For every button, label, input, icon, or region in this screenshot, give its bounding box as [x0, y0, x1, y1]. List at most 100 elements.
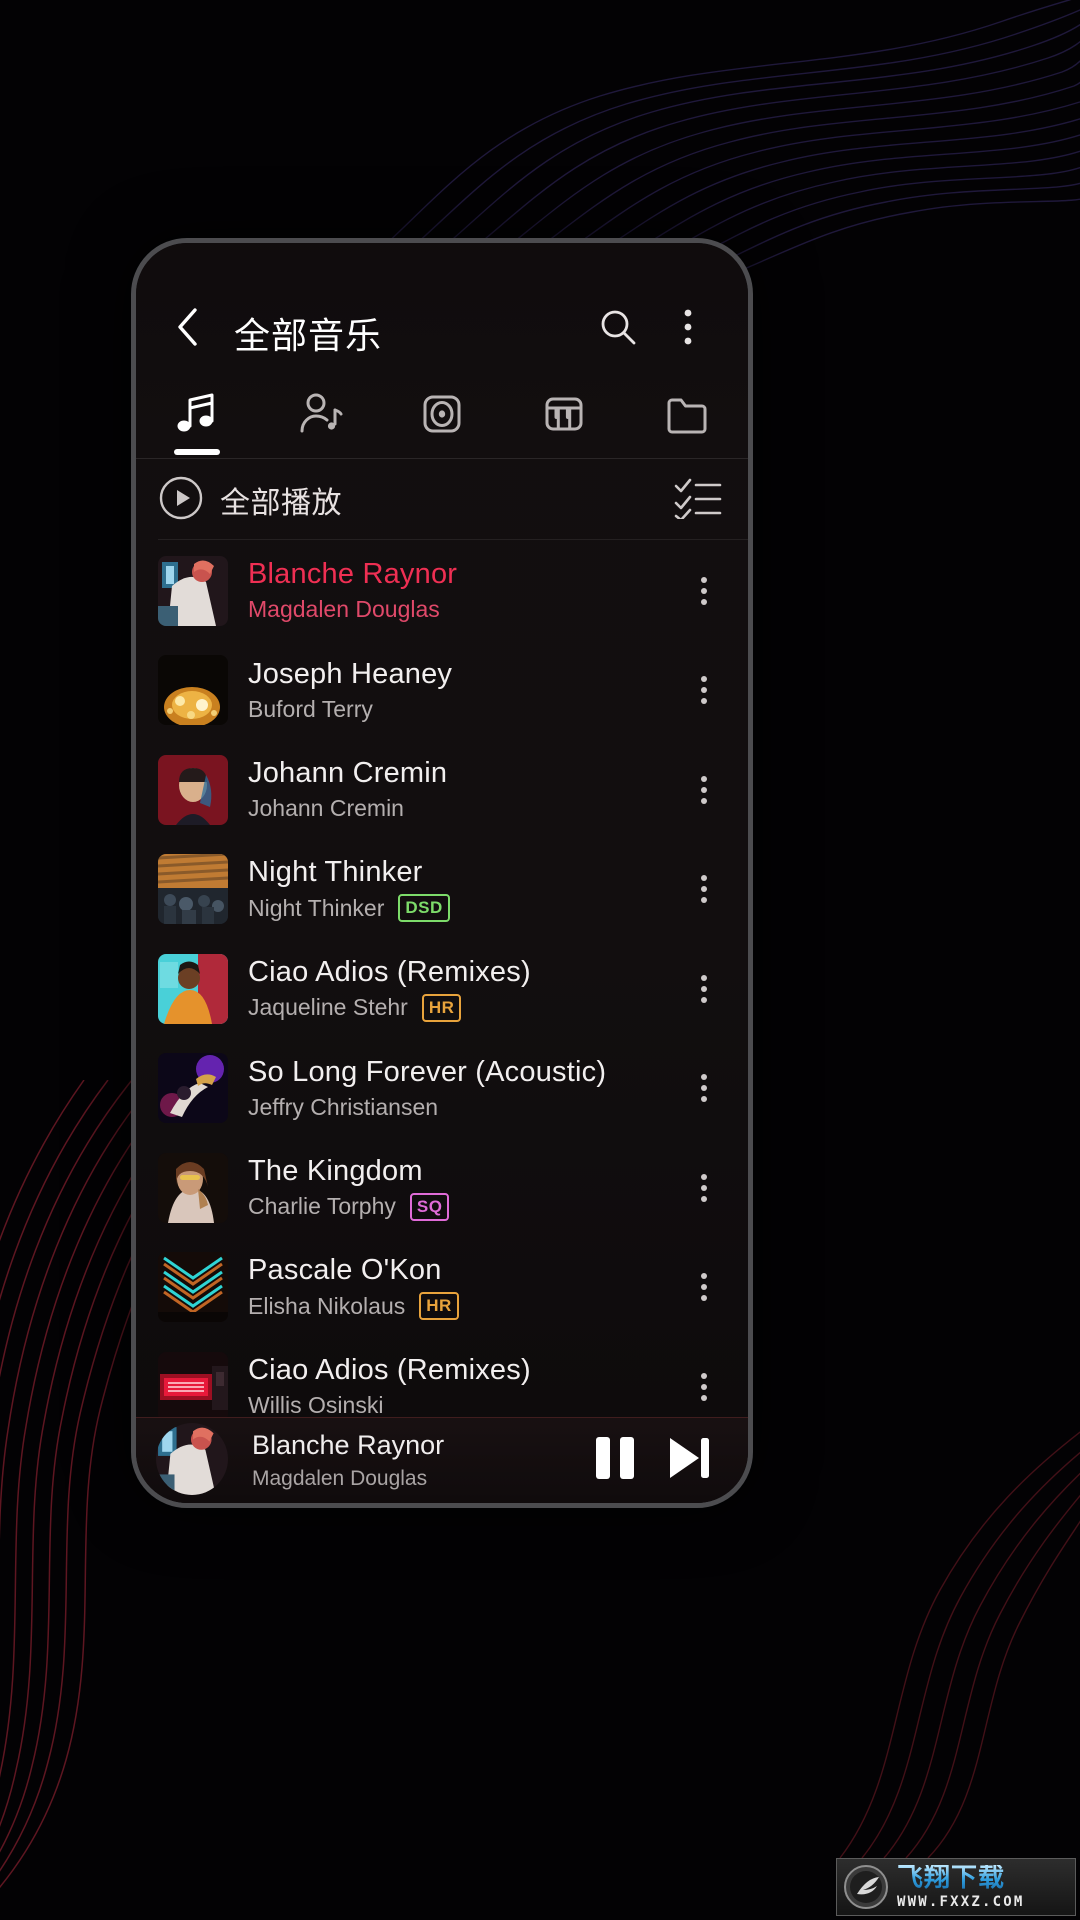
- more-vertical-icon: [701, 985, 707, 992]
- site-watermark: 飞翔下载 WWW.FXXZ.COM: [836, 1858, 1076, 1916]
- now-playing-avatar[interactable]: [156, 1422, 228, 1495]
- more-vertical-icon: [701, 1383, 707, 1390]
- song-title: So Long Forever (Acoustic): [248, 1055, 607, 1088]
- more-vertical-icon: [701, 587, 707, 594]
- fxxz-logo-icon: [843, 1864, 889, 1910]
- now-playing-meta: Blanche Raynor Magdalen Douglas: [252, 1430, 578, 1491]
- tab-artists[interactable]: [258, 369, 380, 459]
- next-track-icon: [666, 1434, 712, 1487]
- more-vertical-icon: [701, 1184, 707, 1191]
- table-row[interactable]: Blanche Raynor Magdalen Douglas: [136, 541, 748, 641]
- table-row[interactable]: So Long Forever (Acoustic) Jeffry Christ…: [136, 1039, 748, 1139]
- play-all-row[interactable]: 全部播放: [136, 459, 748, 541]
- mini-player-bar[interactable]: Blanche Raynor Magdalen Douglas: [136, 1417, 748, 1503]
- album-art: [158, 555, 228, 626]
- phone-screen: 全部音乐 全部播放 Blanche Raynor Magdalen Dougla…: [136, 243, 748, 1503]
- song-meta: Joseph Heaney Buford Terry: [248, 658, 678, 723]
- album-art: [158, 1152, 228, 1223]
- song-overflow-button[interactable]: [678, 750, 730, 830]
- more-vertical-icon: [701, 687, 707, 694]
- tab-genres[interactable]: [503, 369, 625, 459]
- song-artist: Willis Osinski: [248, 1392, 384, 1417]
- song-subtitle: Jeffry Christiansen: [248, 1094, 678, 1121]
- pause-button[interactable]: [578, 1424, 652, 1498]
- song-title: Night Thinker: [248, 856, 423, 889]
- song-overflow-button[interactable]: [678, 1048, 730, 1128]
- tab-songs[interactable]: [136, 369, 258, 459]
- song-overflow-button[interactable]: [678, 1247, 730, 1327]
- album-art: [158, 1252, 228, 1323]
- song-overflow-button[interactable]: [678, 1347, 730, 1417]
- song-title: Johann Cremin: [248, 757, 448, 790]
- song-meta: Ciao Adios (Remixes) Jaqueline Stehr HR: [248, 956, 678, 1022]
- table-row[interactable]: Johann Cremin Johann Cremin: [136, 740, 748, 840]
- play-all-label: 全部播放: [220, 487, 342, 520]
- song-title: Ciao Adios (Remixes): [248, 1354, 531, 1387]
- song-overflow-button[interactable]: [678, 849, 730, 929]
- back-button[interactable]: [158, 299, 218, 359]
- tab-albums[interactable]: [381, 369, 503, 459]
- song-subtitle: Magdalen Douglas: [248, 596, 678, 623]
- album-art: [158, 754, 228, 825]
- piano-icon: [538, 388, 590, 440]
- song-title: Pascale O'Kon: [248, 1254, 442, 1287]
- song-overflow-button[interactable]: [678, 650, 730, 730]
- page-title: 全部音乐: [234, 315, 383, 356]
- table-row[interactable]: Joseph Heaney Buford Terry: [136, 641, 748, 741]
- now-playing-artist: Magdalen Douglas: [252, 1467, 428, 1490]
- song-meta: Blanche Raynor Magdalen Douglas: [248, 558, 678, 623]
- song-meta: Johann Cremin Johann Cremin: [248, 757, 678, 822]
- tab-folders[interactable]: [626, 369, 748, 459]
- song-meta: Pascale O'Kon Elisha Nikolaus HR: [248, 1254, 678, 1321]
- table-row[interactable]: Ciao Adios (Remixes) Jaqueline Stehr HR: [136, 939, 748, 1039]
- song-artist: Buford Terry: [248, 695, 373, 722]
- album-art: [158, 854, 228, 925]
- status-badge: HR: [421, 993, 462, 1022]
- song-meta: So Long Forever (Acoustic) Jeffry Christ…: [248, 1056, 678, 1121]
- topographic-lines-bottom-right: [830, 1240, 1080, 1860]
- song-title: Ciao Adios (Remixes): [248, 955, 531, 988]
- album-art: [158, 1053, 228, 1124]
- song-overflow-button[interactable]: [678, 949, 730, 1029]
- watermark-url: WWW.FXXZ.COM: [897, 1894, 1025, 1910]
- phone-device-frame: 全部音乐 全部播放 Blanche Raynor Magdalen Dougla…: [131, 238, 753, 1508]
- song-artist: Johann Cremin: [248, 795, 404, 822]
- song-artist: Night Thinker: [248, 894, 385, 921]
- song-overflow-button[interactable]: [678, 551, 730, 631]
- song-subtitle: Willis Osinski: [248, 1392, 678, 1417]
- song-list[interactable]: Blanche Raynor Magdalen Douglas Joseph H…: [136, 541, 748, 1417]
- more-vertical-icon: [701, 1085, 707, 1092]
- folder-icon: [661, 388, 713, 440]
- table-row[interactable]: Ciao Adios (Remixes) Willis Osinski: [136, 1337, 748, 1417]
- album-art: [158, 953, 228, 1024]
- playall-divider: [158, 539, 748, 540]
- search-button[interactable]: [588, 299, 648, 359]
- album-icon: [416, 388, 468, 440]
- album-art: [158, 1351, 228, 1417]
- song-artist: Jaqueline Stehr: [248, 994, 408, 1021]
- table-row[interactable]: Night Thinker Night Thinker DSD: [136, 840, 748, 940]
- song-overflow-button[interactable]: [678, 1148, 730, 1228]
- song-subtitle: Night Thinker DSD: [248, 894, 678, 923]
- song-title: Blanche Raynor: [248, 558, 458, 591]
- song-meta: Ciao Adios (Remixes) Willis Osinski: [248, 1354, 678, 1417]
- table-row[interactable]: Pascale O'Kon Elisha Nikolaus HR: [136, 1238, 748, 1338]
- song-meta: The Kingdom Charlie Torphy SQ: [248, 1155, 678, 1221]
- more-vertical-icon: [683, 307, 693, 352]
- song-artist: Charlie Torphy: [248, 1193, 396, 1220]
- overflow-menu-button[interactable]: [658, 299, 718, 359]
- pause-icon: [593, 1434, 637, 1487]
- more-vertical-icon: [701, 886, 707, 893]
- more-vertical-icon: [701, 786, 707, 793]
- chevron-left-icon: [175, 306, 201, 353]
- artist-icon: [294, 388, 346, 440]
- status-badge: DSD: [398, 894, 450, 923]
- next-track-button[interactable]: [652, 1424, 726, 1498]
- watermark-name: 飞翔下载: [897, 1865, 1025, 1891]
- song-subtitle: Jaqueline Stehr HR: [248, 993, 678, 1022]
- table-row[interactable]: The Kingdom Charlie Torphy SQ: [136, 1138, 748, 1238]
- watermark-text: 飞翔下载 WWW.FXXZ.COM: [897, 1865, 1025, 1909]
- song-artist: Magdalen Douglas: [248, 596, 440, 623]
- checklist-icon[interactable]: [674, 477, 722, 524]
- status-badge: HR: [419, 1292, 459, 1321]
